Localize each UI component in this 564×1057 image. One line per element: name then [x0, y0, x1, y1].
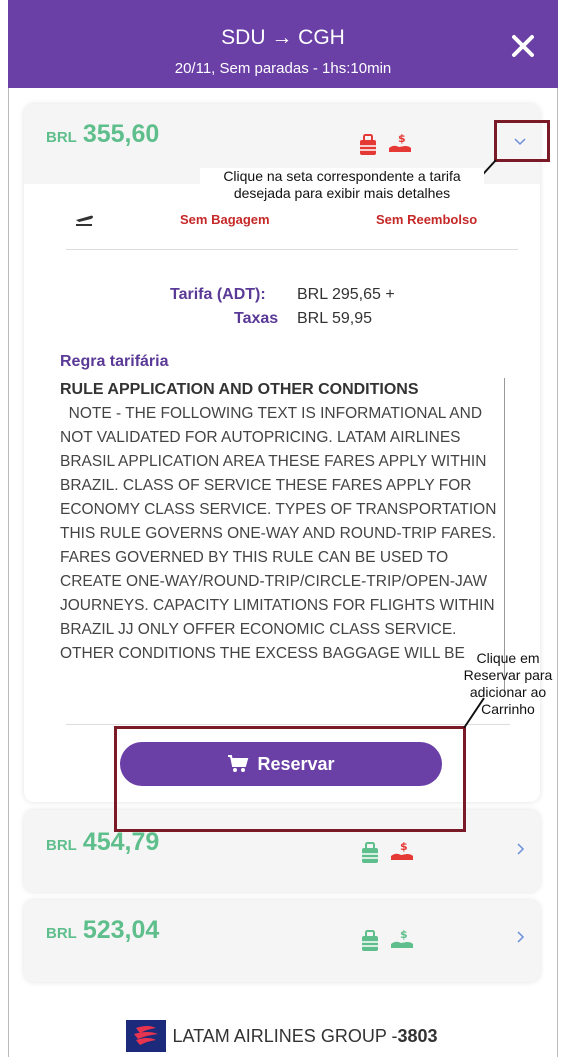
flight-header: SDU → CGH 20/11, Sem paradas - 1hs:10min: [8, 0, 558, 88]
taxas-value: BRL 59,95: [297, 310, 373, 327]
currency-label: BRL: [46, 129, 77, 146]
fare-card[interactable]: BRL 523,04 $: [24, 900, 540, 982]
rule-scrollbar[interactable]: [504, 378, 505, 693]
fare-rule-text[interactable]: RULE APPLICATION AND OTHER CONDITIONS NO…: [60, 378, 500, 693]
baggage-icon: [362, 930, 378, 951]
company-name: LATAM AIRLINES GROUP -: [172, 1025, 398, 1046]
latam-logo-icon: [126, 1020, 167, 1052]
currency-label: BRL: [46, 837, 77, 854]
svg-text:$: $: [400, 928, 408, 941]
refund-status: Sem Reembolso: [376, 212, 478, 227]
flight-number: 3803: [397, 1025, 438, 1046]
annotation-box-chevron: [494, 120, 550, 162]
svg-text:$: $: [398, 132, 406, 145]
price-value: 523,04: [82, 916, 160, 944]
annotation-arrow-hint: Clique na seta correspondente a tarifa d…: [200, 168, 484, 202]
tarifa-label: Tarifa (ADT):: [170, 286, 266, 303]
divider: [66, 724, 510, 725]
annotation-box-reserve: [114, 726, 466, 832]
fare-price: BRL 523,04: [46, 916, 159, 945]
close-icon[interactable]: [510, 33, 536, 59]
chevron-right-icon[interactable]: [513, 930, 527, 944]
flight-subtitle: 20/11, Sem paradas - 1hs:10min: [174, 60, 392, 77]
baggage-icon: [362, 842, 378, 863]
refund-icon: $: [391, 840, 413, 860]
price-value: 454,79: [82, 828, 160, 856]
currency-label: BRL: [46, 925, 77, 942]
rule-title: Regra tarifária: [60, 353, 169, 370]
footer: LATAM AIRLINES GROUP - 3803: [0, 1020, 564, 1052]
tarifa-value: BRL 295,65 +: [297, 286, 395, 303]
fare-price: BRL 454,79: [46, 828, 159, 857]
taxas-label: Taxas: [234, 310, 279, 327]
fare-price: BRL 355,60: [46, 120, 159, 149]
baggage-status: Sem Bagagem: [180, 212, 270, 227]
annotation-reserve-hint: Clique em Reservar para adicionar ao Car…: [463, 650, 553, 717]
refund-icon: $: [389, 132, 411, 152]
flight-takeoff-icon: [76, 215, 93, 226]
rule-body: NOTE - THE FOLLOWING TEXT IS INFORMATION…: [60, 405, 497, 662]
divider: [66, 249, 518, 250]
refund-icon: $: [391, 928, 413, 948]
svg-text:$: $: [400, 840, 408, 853]
chevron-right-icon[interactable]: [513, 842, 527, 856]
route-title: SDU → CGH: [221, 26, 345, 49]
price-value: 355,60: [82, 120, 160, 148]
baggage-icon: [360, 134, 376, 155]
rule-heading: RULE APPLICATION AND OTHER CONDITIONS: [60, 381, 419, 398]
